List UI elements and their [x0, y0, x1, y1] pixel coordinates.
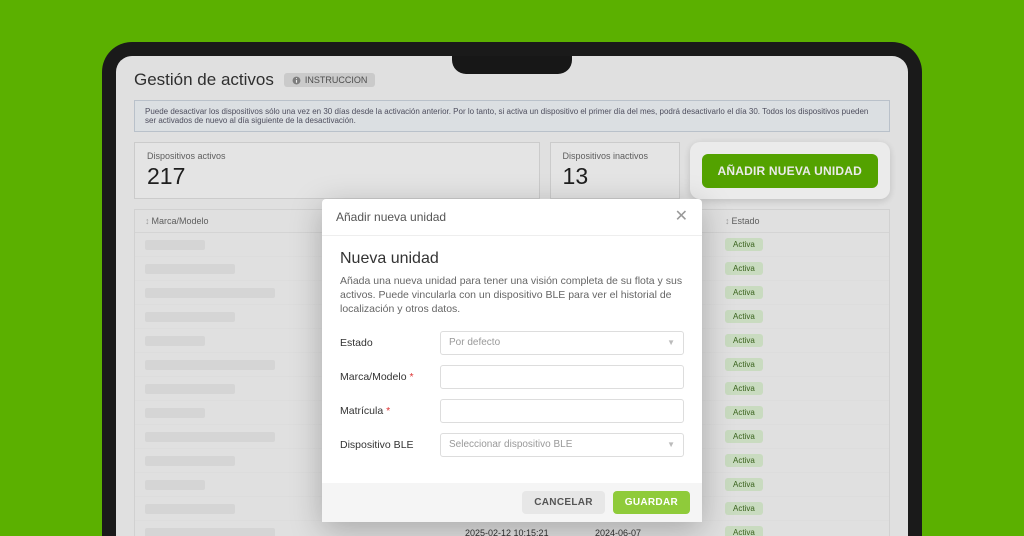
make-model-input[interactable]	[440, 365, 684, 389]
instruction-chip[interactable]: INSTRUCCION	[284, 73, 376, 87]
inactive-devices-card: Dispositivos inactivos 13	[550, 142, 680, 199]
modal-description: Añada una nueva unidad para tener una vi…	[340, 274, 684, 317]
save-button[interactable]: GUARDAR	[613, 491, 690, 514]
inactive-devices-value: 13	[563, 163, 667, 190]
add-unit-modal: Añadir nueva unidad ✕ Nueva unidad Añada…	[322, 199, 702, 522]
status-badge: Activa	[725, 502, 763, 515]
status-badge: Activa	[725, 358, 763, 371]
ble-label: Dispositivo BLE	[340, 439, 440, 451]
modal-title: Nueva unidad	[340, 250, 684, 268]
page-title: Gestión de activos	[134, 70, 274, 90]
status-badge: Activa	[725, 286, 763, 299]
state-label: Estado	[340, 337, 440, 349]
status-badge: Activa	[725, 430, 763, 443]
status-badge: Activa	[725, 454, 763, 467]
placeholder-text	[145, 336, 205, 346]
chevron-down-icon: ▼	[667, 338, 675, 347]
ble-select-value: Seleccionar dispositivo BLE	[449, 439, 572, 450]
modal-footer: CANCELAR GUARDAR	[322, 483, 702, 522]
placeholder-text	[145, 312, 235, 322]
chevron-down-icon: ▼	[667, 440, 675, 449]
state-select[interactable]: Por defecto ▼	[440, 331, 684, 355]
placeholder-text	[145, 384, 235, 394]
field-ble: Dispositivo BLE Seleccionar dispositivo …	[340, 433, 684, 457]
placeholder-text	[145, 264, 235, 274]
status-badge: Activa	[725, 334, 763, 347]
state-select-value: Por defecto	[449, 337, 500, 348]
plate-input[interactable]	[440, 399, 684, 423]
inactive-devices-label: Dispositivos inactivos	[563, 151, 667, 161]
modal-body: Nueva unidad Añada una nueva unidad para…	[322, 236, 702, 483]
placeholder-text	[145, 456, 235, 466]
placeholder-text	[145, 240, 205, 250]
info-icon	[292, 76, 301, 85]
active-devices-value: 217	[147, 163, 527, 190]
status-badge: Activa	[725, 310, 763, 323]
sort-icon: ↕	[725, 216, 730, 226]
field-plate: Matrícula *	[340, 399, 684, 423]
placeholder-text	[145, 504, 235, 514]
modal-header-title: Añadir nueva unidad	[336, 210, 446, 224]
placeholder-text	[145, 360, 275, 370]
col-state[interactable]: ↕Estado	[725, 216, 879, 226]
placeholder-text	[145, 408, 205, 418]
cancel-button[interactable]: CANCELAR	[522, 491, 605, 514]
modal-header: Añadir nueva unidad ✕	[322, 199, 702, 236]
status-badge: Activa	[725, 526, 763, 536]
table-row[interactable]: 2025-02-12 10:15:212024-06-07Activa	[135, 521, 889, 536]
field-state: Estado Por defecto ▼	[340, 331, 684, 355]
instruction-chip-label: INSTRUCCION	[305, 75, 368, 85]
sort-icon: ↕	[145, 216, 150, 226]
stats-row: Dispositivos activos 217 Dispositivos in…	[134, 142, 890, 199]
cell-timestamp: 2025-02-12 10:15:21	[465, 528, 595, 536]
placeholder-text	[145, 432, 275, 442]
placeholder-text	[145, 528, 275, 536]
status-badge: Activa	[725, 382, 763, 395]
status-badge: Activa	[725, 478, 763, 491]
status-badge: Activa	[725, 262, 763, 275]
plate-label: Matrícula *	[340, 405, 440, 417]
device-notch	[452, 56, 572, 74]
ble-select[interactable]: Seleccionar dispositivo BLE ▼	[440, 433, 684, 457]
add-unit-button[interactable]: AÑADIR NUEVA UNIDAD	[702, 154, 878, 188]
status-badge: Activa	[725, 406, 763, 419]
placeholder-text	[145, 480, 205, 490]
cell-activation: 2024-06-07	[595, 528, 725, 536]
active-devices-label: Dispositivos activos	[147, 151, 527, 161]
placeholder-text	[145, 288, 275, 298]
info-banner: Puede desactivar los dispositivos sólo u…	[134, 100, 890, 132]
status-badge: Activa	[725, 238, 763, 251]
field-make-model: Marca/Modelo *	[340, 365, 684, 389]
active-devices-card: Dispositivos activos 217	[134, 142, 540, 199]
close-icon[interactable]: ✕	[675, 209, 688, 225]
make-model-label: Marca/Modelo *	[340, 371, 440, 383]
add-unit-highlight: AÑADIR NUEVA UNIDAD	[690, 142, 890, 199]
